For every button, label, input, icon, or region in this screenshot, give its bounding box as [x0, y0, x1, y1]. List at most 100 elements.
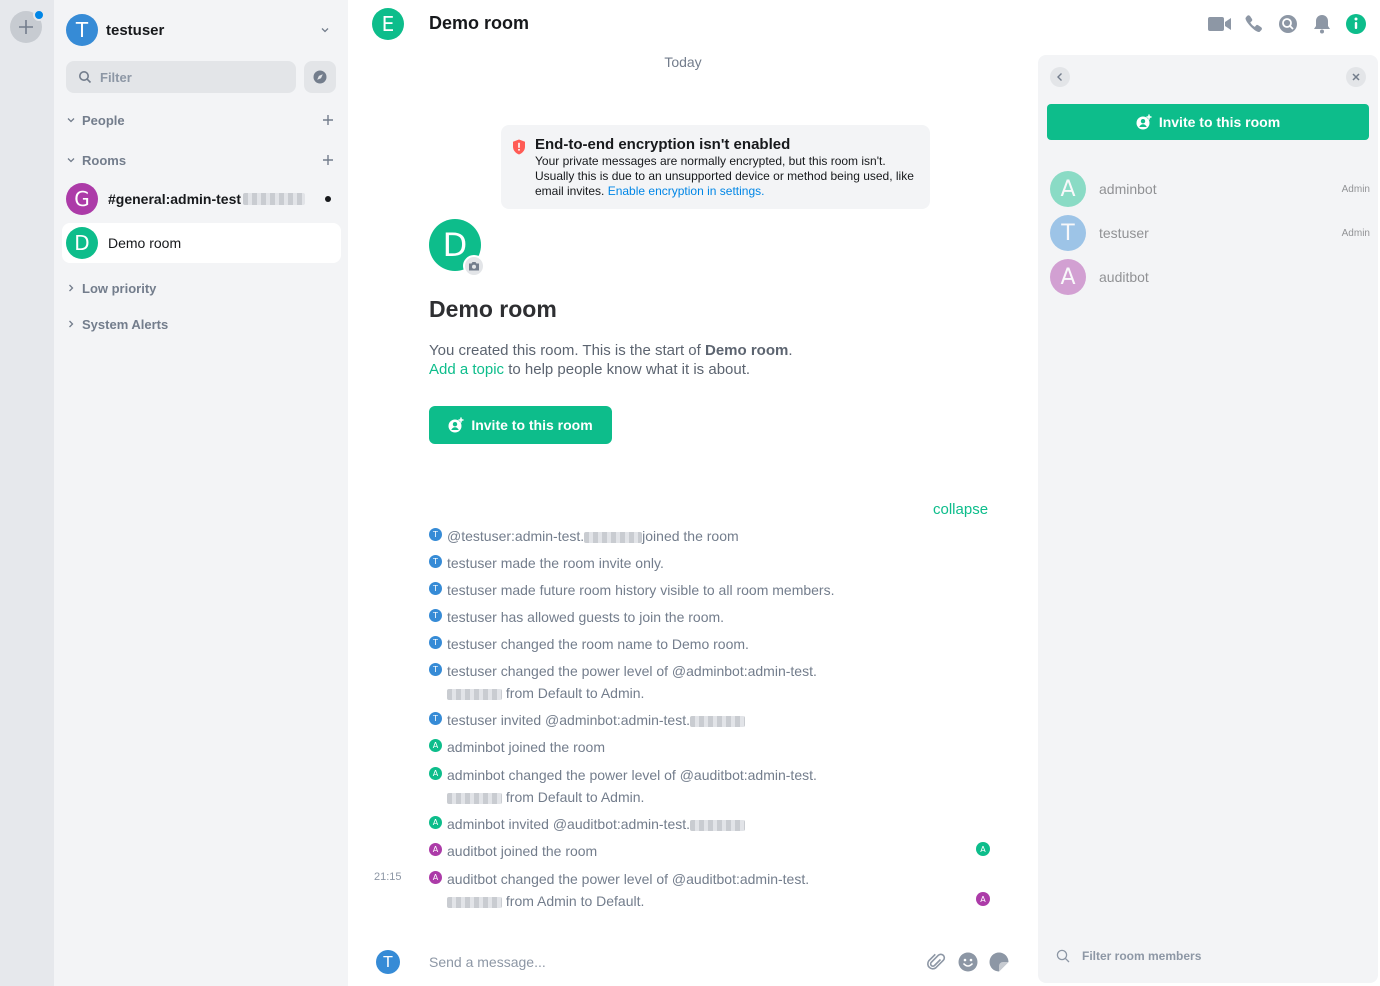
sticker-icon[interactable] — [989, 952, 1009, 972]
user-avatar: T — [66, 14, 98, 46]
collapse-events-link[interactable]: collapse — [933, 501, 988, 518]
search-icon[interactable] — [1277, 13, 1299, 35]
room-item-demo-room[interactable]: D Demo room — [62, 223, 341, 263]
timeline-event: T @testuser:admin-test. joined the room — [429, 525, 847, 547]
chevron-down-icon — [67, 118, 75, 123]
member-name: auditbot — [1099, 269, 1149, 285]
member-item[interactable]: T testuser Admin — [1050, 215, 1370, 251]
event-avatar: T — [429, 582, 442, 595]
attachment-icon[interactable] — [926, 952, 946, 972]
room-list-panel: T testuser Filter People Rooms G #genera… — [54, 0, 348, 986]
event-avatar: T — [429, 555, 442, 568]
timeline-event: A adminbot invited @auditbot:admin-test. — [429, 813, 847, 835]
event-avatar: T — [429, 528, 442, 541]
notifications-icon[interactable] — [1311, 13, 1333, 35]
timeline-event: T testuser changed the room name to Demo… — [429, 633, 847, 655]
chevron-right-icon — [69, 320, 74, 328]
member-name: adminbot — [1099, 181, 1157, 197]
event-avatar: T — [429, 609, 442, 622]
section-rooms[interactable]: Rooms — [66, 150, 336, 170]
section-rooms-label: Rooms — [82, 152, 127, 168]
shield-warning-icon — [513, 139, 525, 155]
event-avatar: T — [429, 663, 442, 676]
event-avatar: A — [429, 843, 442, 856]
timeline-event: T testuser made future room history visi… — [429, 579, 847, 601]
space-bar — [0, 0, 54, 986]
event-avatar: A — [429, 767, 442, 780]
encryption-notice: End-to-end encryption isn't enabled Your… — [501, 125, 930, 209]
member-item[interactable]: A adminbot Admin — [1050, 171, 1370, 207]
event-avatar: T — [429, 636, 442, 649]
section-system-alerts-label: System Alerts — [82, 316, 169, 332]
filter-members-placeholder: Filter room members — [1082, 949, 1202, 963]
add-user-icon — [448, 417, 464, 433]
upload-avatar-button[interactable] — [463, 255, 485, 277]
room-filter-input[interactable]: Filter — [66, 61, 296, 93]
user-menu[interactable]: T testuser — [66, 14, 336, 46]
enable-encryption-link[interactable]: Enable encryption in settings. — [608, 184, 765, 198]
room-header: E Demo room — [348, 0, 1366, 48]
timeline-event: T testuser made the room invite only. — [429, 552, 847, 574]
compass-icon — [313, 70, 327, 84]
camera-icon — [469, 262, 479, 271]
explore-rooms-button[interactable] — [304, 61, 336, 93]
close-button[interactable] — [1346, 67, 1366, 87]
section-people[interactable]: People — [66, 110, 336, 130]
timeline-event: T testuser changed the power level of @a… — [429, 660, 827, 704]
room-intro-title: Demo room — [429, 296, 557, 322]
filter-placeholder: Filter — [100, 69, 132, 85]
event-timestamp: 21:15 — [374, 871, 402, 883]
member-role: Admin — [1341, 227, 1370, 239]
room-item-general[interactable]: G #general:admin-test — [62, 179, 341, 219]
event-avatar: A — [429, 871, 442, 884]
right-panel: Invite to this room A adminbot Admin T t… — [1038, 55, 1378, 983]
date-separator: Today — [664, 54, 702, 70]
add-user-icon — [1136, 114, 1152, 130]
voice-call-icon[interactable] — [1242, 13, 1264, 35]
room-title[interactable]: Demo room — [429, 13, 529, 34]
add-topic-link[interactable]: Add a topic — [429, 361, 504, 378]
timeline-panel: E Demo room Today End-to-end encryption … — [348, 0, 1366, 986]
room-info-icon[interactable] — [1345, 13, 1367, 35]
read-receipt-avatar[interactable]: A — [976, 892, 990, 906]
plus-icon — [19, 20, 33, 34]
member-avatar: T — [1050, 215, 1086, 251]
room-name: Demo room — [108, 235, 182, 251]
message-composer: T Send a message... — [348, 940, 1038, 984]
timeline-event: A adminbot changed the power level of @a… — [429, 764, 827, 808]
timeline-event: A auditbot joined the room — [429, 840, 847, 862]
member-role: Admin — [1341, 183, 1370, 195]
timeline-event: T testuser has allowed guests to join th… — [429, 606, 847, 628]
video-call-icon[interactable] — [1207, 13, 1233, 35]
room-header-avatar[interactable]: E — [372, 8, 404, 40]
filter-members-input[interactable]: Filter room members — [1056, 949, 1201, 963]
read-receipt-avatar[interactable]: A — [976, 842, 990, 856]
invite-to-room-button[interactable]: Invite to this room — [1047, 104, 1369, 140]
emoji-icon[interactable] — [958, 952, 978, 972]
member-item[interactable]: A auditbot — [1050, 259, 1370, 295]
plus-icon[interactable] — [322, 114, 334, 126]
member-name: testuser — [1099, 225, 1149, 241]
plus-icon[interactable] — [322, 154, 334, 166]
timeline-event: A adminbot joined the room — [429, 736, 847, 758]
search-icon — [79, 71, 92, 84]
section-low-priority[interactable]: Low priority — [66, 278, 336, 298]
redacted-text — [243, 193, 306, 205]
member-avatar: A — [1050, 259, 1086, 295]
chevron-left-icon — [1057, 73, 1062, 81]
event-avatar: A — [429, 816, 442, 829]
chevron-right-icon — [69, 284, 74, 292]
message-input[interactable]: Send a message... — [429, 954, 546, 970]
room-avatar: G — [66, 183, 98, 215]
section-low-priority-label: Low priority — [82, 280, 157, 296]
timeline-event: A auditbot changed the power level of @a… — [429, 868, 817, 912]
invite-to-room-button[interactable]: Invite to this room — [429, 406, 612, 444]
chevron-down-icon — [67, 158, 75, 163]
composer-avatar: T — [376, 950, 400, 974]
timeline-event: T testuser invited @adminbot:admin-test. — [429, 709, 847, 731]
encryption-notice-title: End-to-end encryption isn't enabled — [535, 136, 791, 153]
section-system-alerts[interactable]: System Alerts — [66, 314, 336, 334]
back-button[interactable] — [1050, 67, 1070, 87]
chevron-down-icon — [321, 28, 329, 33]
room-name: #general:admin-test — [108, 191, 242, 207]
